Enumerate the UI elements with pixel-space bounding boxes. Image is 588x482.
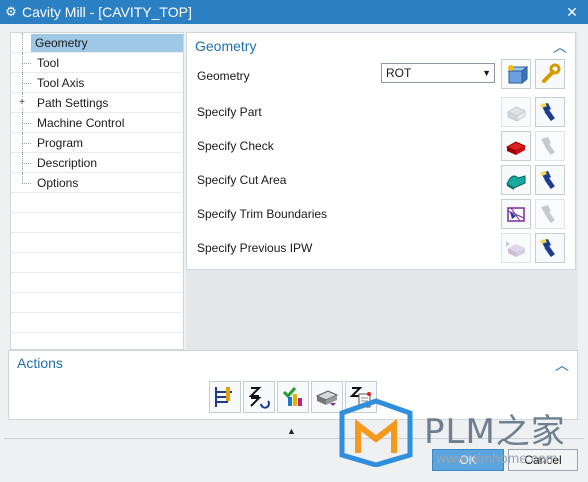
gear-icon: ⚙ <box>5 4 17 19</box>
content-pane: Geometry ︿ Geometry ROT ▼ Specify Part S… <box>186 32 578 350</box>
specify-cut-area-row: Specify Cut Area <box>197 165 567 195</box>
specify-previous-ipw-label: Specify Previous IPW <box>197 241 313 255</box>
display-trim-boundaries-button[interactable] <box>535 199 565 229</box>
nav-item-machine-control[interactable]: Machine Control <box>11 113 183 133</box>
specify-trim-boundaries-label: Specify Trim Boundaries <box>197 207 328 221</box>
expand-icon[interactable]: + <box>17 98 27 108</box>
window-title: Cavity Mill - [CAVITY_TOP] <box>22 4 192 20</box>
geometry-group-title: Geometry <box>195 38 257 54</box>
flashlight-icon <box>540 171 555 190</box>
close-icon[interactable]: ✕ <box>560 0 584 24</box>
wrench-icon <box>542 63 561 83</box>
part-icon <box>506 106 527 122</box>
navigation-tree: Geometry Tool Tool Axis + Path Settings M… <box>10 32 184 350</box>
display-part-button[interactable] <box>535 97 565 127</box>
specify-trim-boundaries-row: Specify Trim Boundaries <box>197 199 567 229</box>
specify-part-row: Specify Part <box>197 97 567 127</box>
specify-previous-ipw-row: Specify Previous IPW <box>197 233 567 263</box>
nav-item-tool[interactable]: Tool <box>11 53 183 73</box>
display-cut-area-button[interactable] <box>535 165 565 195</box>
specify-cut-area-label: Specify Cut Area <box>197 173 287 187</box>
watermark-brand: PLM之家 <box>424 412 566 452</box>
nav-item-options[interactable]: Options <box>11 173 183 193</box>
flashlight-icon <box>541 137 555 156</box>
title-bar: ⚙ Cavity Mill - [CAVITY_TOP] ✕ <box>0 0 588 24</box>
check-geometry-icon <box>505 141 527 155</box>
nav-item-program[interactable]: Program <box>11 133 183 153</box>
actions-title: Actions <box>17 355 63 371</box>
trim-boundary-icon <box>507 207 525 222</box>
geometry-group: Geometry ︿ Geometry ROT ▼ Specify Part S… <box>186 32 576 270</box>
nav-item-tool-axis[interactable]: Tool Axis <box>11 73 183 93</box>
new-geometry-icon <box>507 65 528 85</box>
specify-check-row: Specify Check <box>197 131 567 161</box>
new-geometry-button[interactable] <box>501 59 531 89</box>
ipw-icon <box>506 241 525 257</box>
flashlight-icon <box>540 239 555 258</box>
watermark-url: www.plmhome.com <box>436 450 558 466</box>
verify-button[interactable] <box>277 381 309 413</box>
display-check-button[interactable] <box>535 131 565 161</box>
generate-button[interactable] <box>209 381 241 413</box>
generate-toolpath-icon <box>215 387 232 407</box>
expand-arrow-icon[interactable]: ▲ <box>287 426 296 436</box>
dropdown-arrow-icon: ▼ <box>482 68 491 78</box>
specify-trim-boundaries-button[interactable] <box>501 199 531 229</box>
cut-area-icon <box>506 175 526 190</box>
nav-item-geometry[interactable]: Geometry <box>11 33 183 53</box>
edit-geometry-button[interactable] <box>535 59 565 89</box>
specify-previous-ipw-button[interactable] <box>501 233 531 263</box>
replay-button[interactable] <box>243 381 275 413</box>
collapse-icon[interactable]: ︿ <box>553 37 567 57</box>
nav-item-description[interactable]: Description <box>11 153 183 173</box>
specify-check-label: Specify Check <box>197 139 274 153</box>
nav-item-path-settings[interactable]: + Path Settings <box>11 93 183 113</box>
specify-check-button[interactable] <box>501 131 531 161</box>
watermark-logo-icon <box>339 398 413 467</box>
geometry-label: Geometry <box>197 69 250 83</box>
collapse-icon[interactable]: ︿ <box>555 355 569 375</box>
geometry-select[interactable]: ROT ▼ <box>381 63 495 83</box>
geometry-row: Geometry ROT ▼ <box>197 59 567 91</box>
specify-part-label: Specify Part <box>197 105 262 119</box>
flashlight-icon <box>540 103 555 122</box>
specify-cut-area-button[interactable] <box>501 165 531 195</box>
replay-toolpath-icon <box>248 387 270 409</box>
display-previous-ipw-button[interactable] <box>535 233 565 263</box>
flashlight-icon <box>541 205 555 224</box>
verify-icon <box>282 387 302 406</box>
specify-part-button[interactable] <box>501 97 531 127</box>
